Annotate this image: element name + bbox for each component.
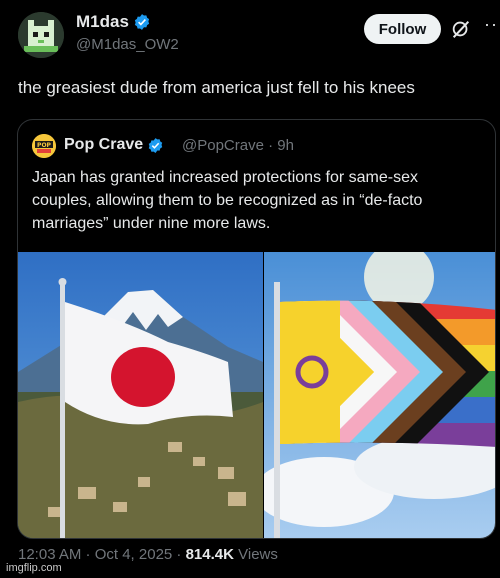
imgflip-watermark: imgflip.com [6, 562, 62, 574]
grok-icon[interactable] [450, 18, 472, 40]
intersex-inclusive-progress-pride-flag-icon [264, 252, 495, 538]
author-avatar[interactable] [18, 12, 64, 58]
tweet-meta: 12:03 AM · Oct 4, 2025 · 814.4K Views [18, 546, 278, 563]
japan-flag-image[interactable] [18, 252, 263, 538]
pride-flag-image[interactable] [264, 252, 495, 538]
quote-text: Japan has granted increased protections … [32, 169, 423, 232]
author-display-name[interactable]: M1das [76, 12, 129, 32]
quote-handle-time[interactable]: @PopCrave · 9h [182, 137, 294, 154]
more-icon[interactable]: ··· [484, 14, 500, 35]
views-label: Views [233, 546, 278, 563]
quote-display-name[interactable]: Pop Crave [64, 136, 143, 154]
japan-flag-with-mount-fuji-icon [18, 252, 263, 538]
pixel-cat-avatar-icon [18, 12, 64, 58]
author-handle[interactable]: @M1das_OW2 [76, 36, 179, 53]
svg-text:POP: POP [37, 142, 51, 149]
pop-crave-logo[interactable]: POP [32, 134, 56, 158]
follow-button[interactable]: Follow [364, 14, 441, 44]
verified-badge-icon [134, 14, 150, 30]
tweet-text: the greasiest dude from america just fel… [18, 78, 415, 97]
tweet-timestamp[interactable]: 12:03 AM · Oct 4, 2025 · [18, 546, 186, 563]
views-count: 814.4K [185, 546, 234, 563]
quote-author-name[interactable]: Pop Crave [64, 136, 164, 154]
quoted-tweet[interactable]: POP Pop Crave @PopCrave · 9h Japan has g… [17, 119, 496, 539]
verified-badge-icon [148, 137, 163, 153]
pop-crave-logo-icon: POP [32, 134, 56, 158]
author-name[interactable]: M1das [76, 12, 151, 32]
